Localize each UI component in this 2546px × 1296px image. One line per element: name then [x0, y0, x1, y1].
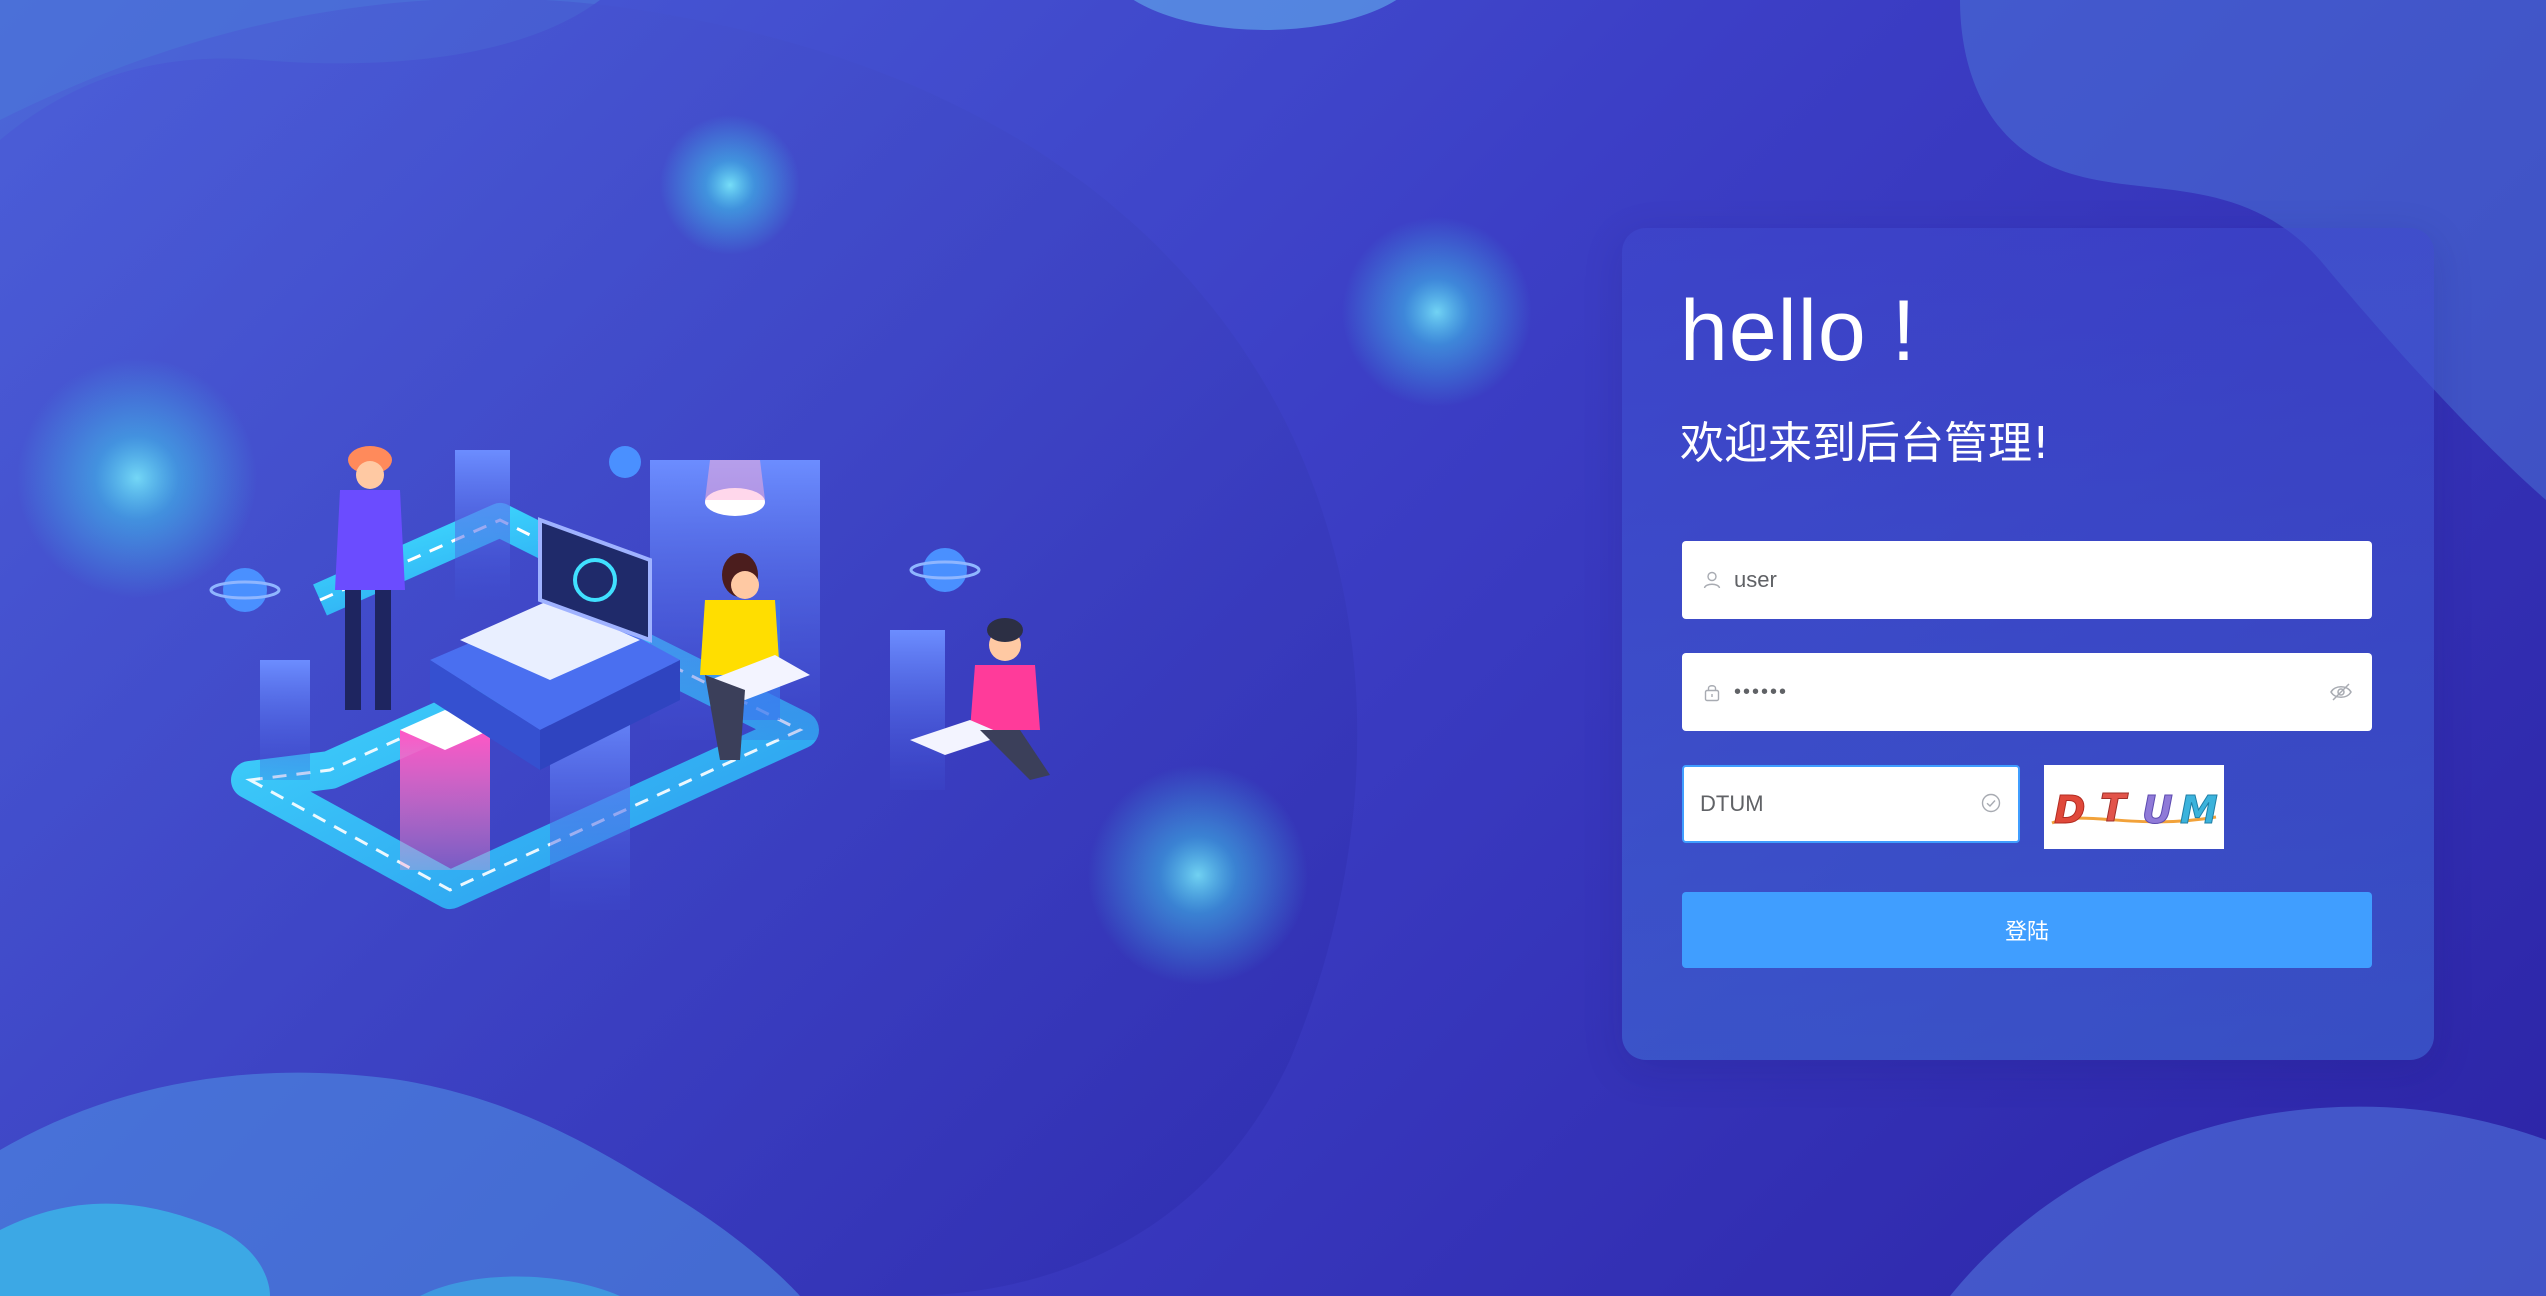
username-value: user	[1734, 567, 1777, 592]
password-field[interactable]: ••••••	[1682, 653, 2372, 731]
captcha-char-1: D	[2054, 788, 2086, 832]
check-circle-icon	[1980, 792, 2004, 816]
eye-hidden-icon[interactable]	[2328, 679, 2354, 705]
greeting-heading: hello !	[1680, 283, 1917, 379]
captcha-char-3: U	[2142, 788, 2173, 832]
login-button[interactable]: 登陆	[1682, 892, 2372, 968]
username-field[interactable]: user	[1682, 541, 2372, 619]
lock-icon	[1700, 680, 1724, 704]
captcha-value: DTUM	[1700, 791, 1764, 816]
captcha-image[interactable]: D T U M	[2044, 765, 2224, 849]
welcome-subtitle: 欢迎来到后台管理!	[1680, 418, 2050, 469]
login-panel: hello ! 欢迎来到后台管理! user •••••• DTUM D T U…	[1622, 228, 2434, 1060]
captcha-char-4: M	[2180, 788, 2218, 832]
password-value: ••••••	[1734, 680, 1789, 703]
user-icon	[1700, 568, 1724, 592]
captcha-char-2: T	[2100, 786, 2129, 830]
captcha-input[interactable]: DTUM	[1682, 765, 2020, 843]
isometric-illustration	[209, 446, 1050, 910]
